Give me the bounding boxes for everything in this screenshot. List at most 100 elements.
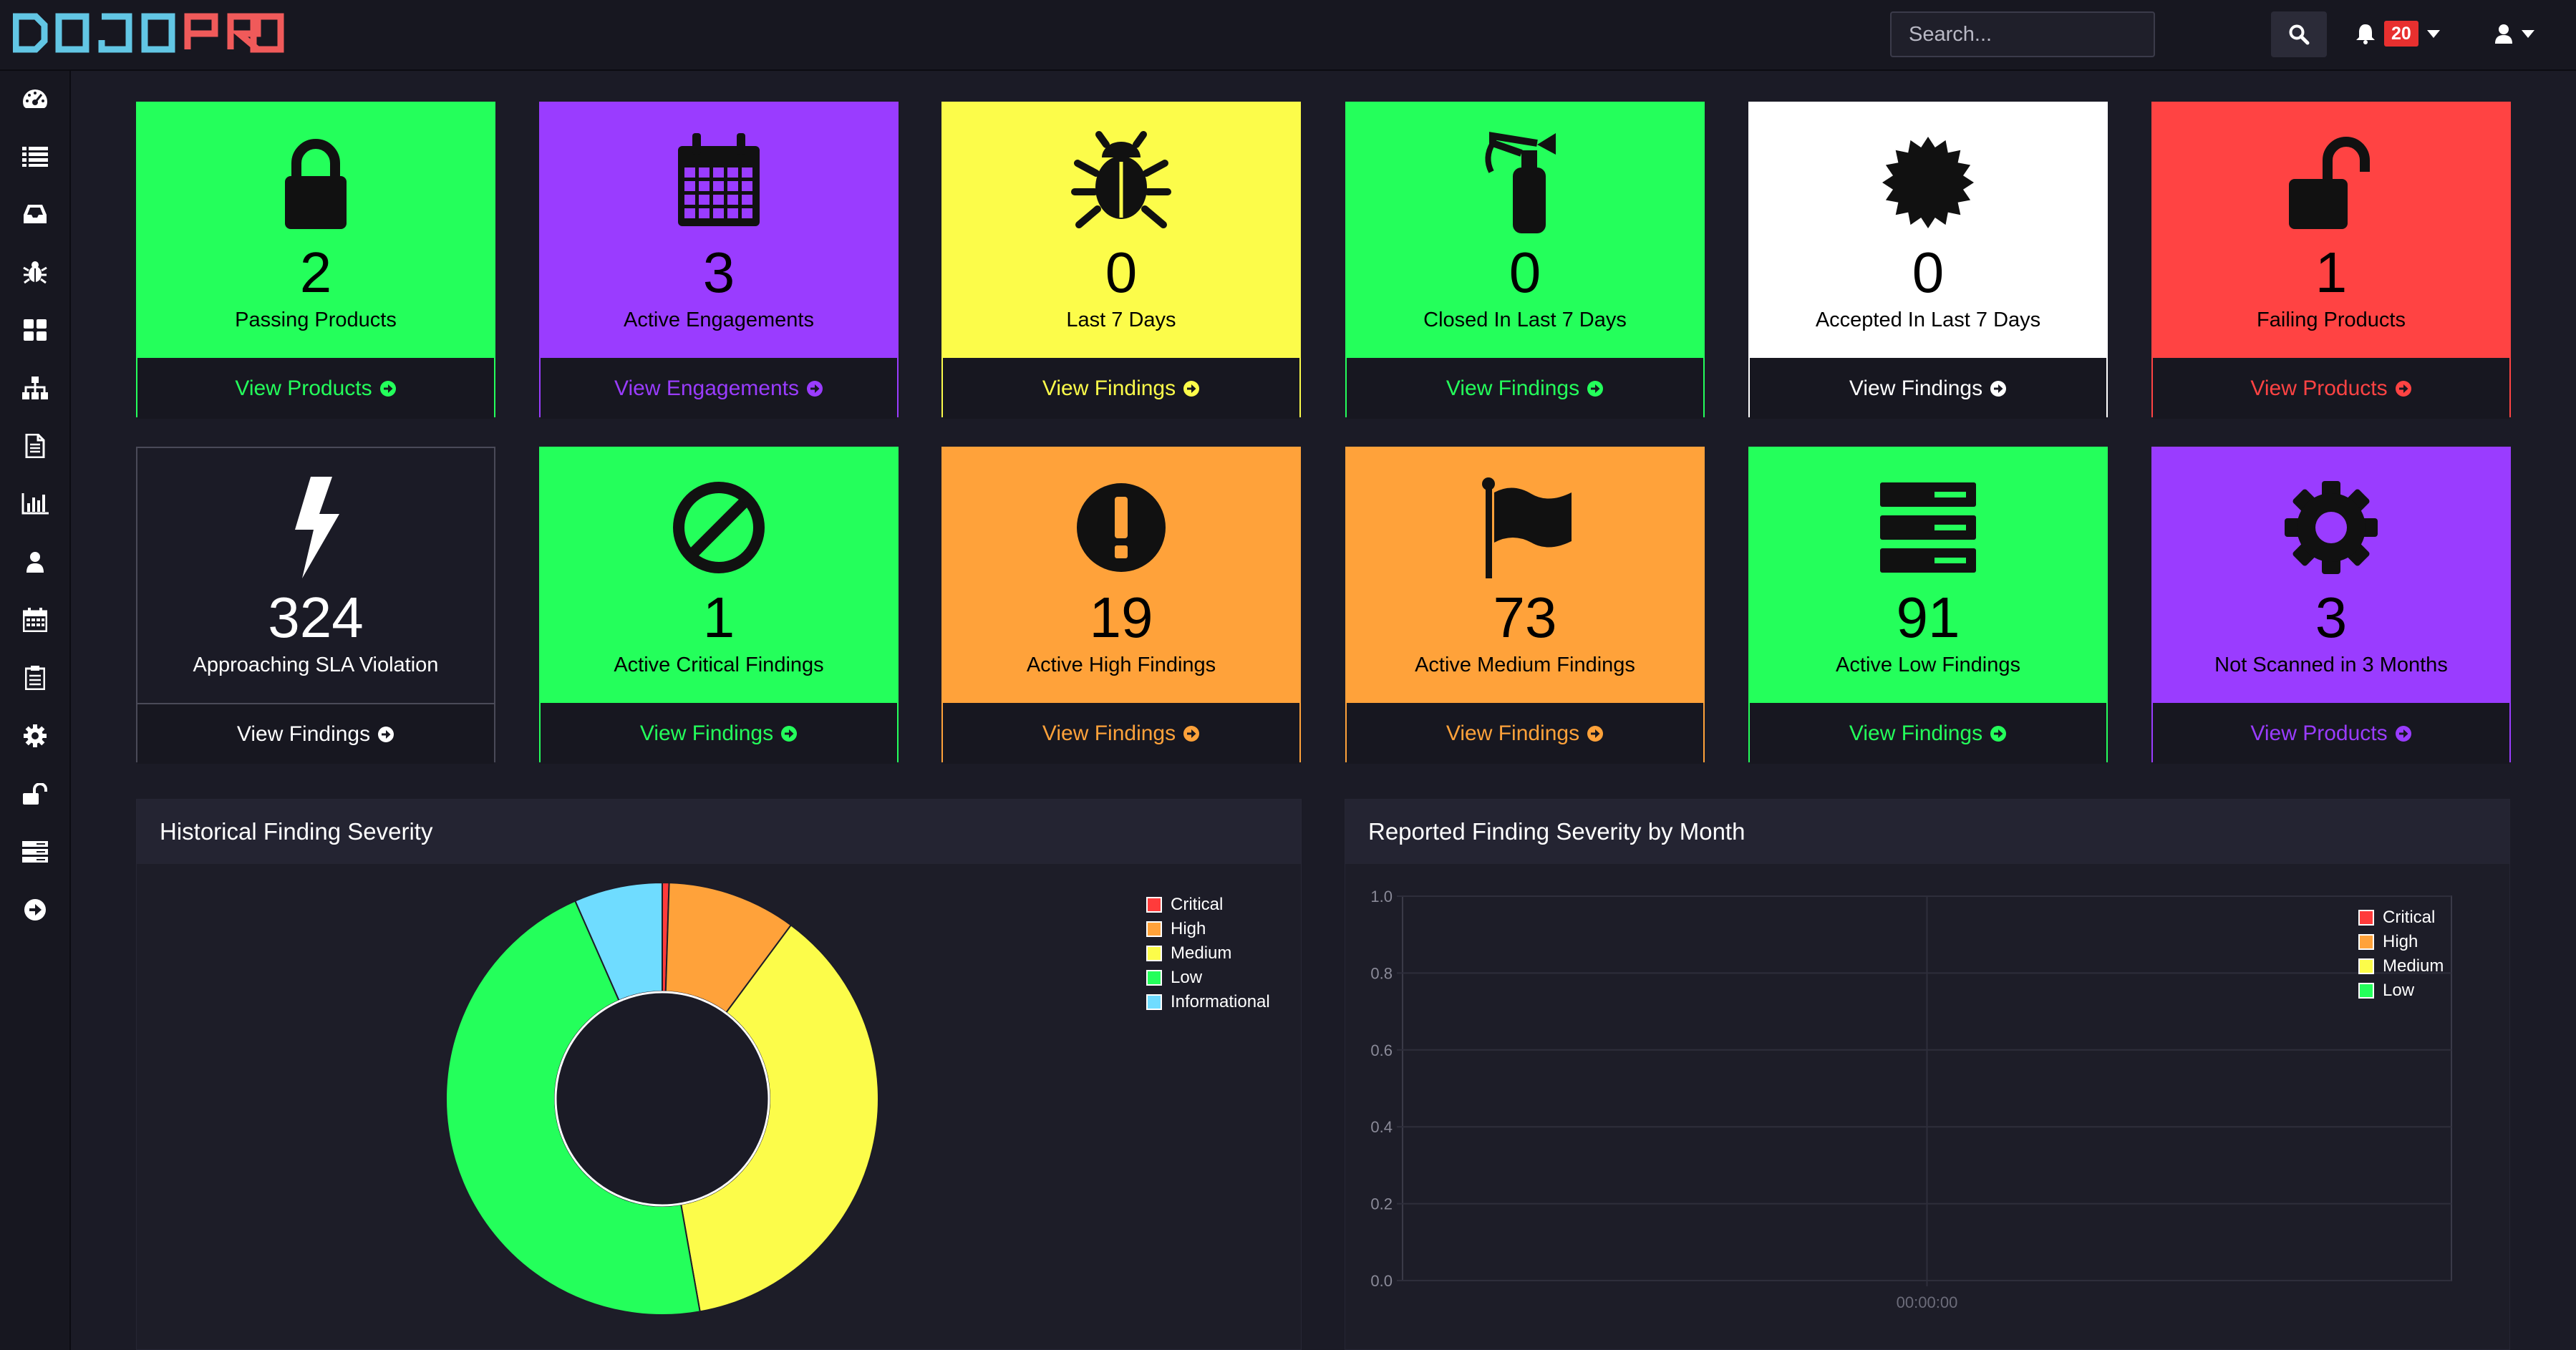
tile-link[interactable]: View Products [2153, 703, 2509, 764]
tile-link[interactable]: View Products [2153, 358, 2509, 419]
notifications-dropdown[interactable]: 20 [2355, 16, 2440, 52]
sidebar-item-products[interactable] [0, 135, 69, 178]
sidebar-item-settings[interactable] [0, 714, 69, 757]
legend-item[interactable]: Medium [2358, 954, 2444, 978]
sidebar-item-logout[interactable] [0, 888, 69, 931]
legend-label: Informational [1171, 992, 1270, 1011]
donut-legend: Critical High Medium Low Informational [1146, 893, 1270, 1014]
metric-tile: 1 Failing Products View Products [2151, 102, 2511, 419]
sidebar-item-metrics[interactable] [0, 482, 69, 525]
sidebar-item-systems[interactable] [0, 830, 69, 873]
user-menu-dropdown[interactable] [2494, 16, 2534, 52]
list-icon [21, 147, 48, 167]
legend-item[interactable]: Medium [1146, 941, 1270, 966]
sidebar-item-components[interactable] [0, 309, 69, 351]
certificate-icon [1882, 137, 1974, 228]
legend-label: High [2383, 932, 2418, 951]
legend-label: Critical [1171, 895, 1224, 914]
tile-link[interactable]: View Findings [137, 703, 494, 764]
tile-link[interactable]: View Findings [943, 358, 1299, 419]
tile-icon-wrap [541, 474, 897, 581]
arrow-circle-right-icon [806, 380, 823, 397]
tile-link-label: View Engagements [614, 376, 799, 400]
sidebar-item-findings[interactable] [0, 251, 69, 293]
calendar-icon [678, 133, 760, 226]
tile-link-label: View Findings [1042, 721, 1176, 745]
y-tick-label: 0.0 [1370, 1272, 1393, 1290]
app-logo[interactable] [13, 13, 285, 53]
sidebar-item-tests[interactable] [0, 656, 69, 699]
tile-count: 0 [1509, 241, 1541, 304]
tile-link[interactable]: View Products [137, 358, 494, 419]
tile-body: 73 Active Medium Findings [1347, 448, 1703, 703]
legend-item[interactable]: High [2358, 930, 2444, 954]
legend-swatch [1146, 897, 1162, 913]
bolt-icon [295, 477, 339, 578]
bar-chart-icon [21, 493, 49, 515]
file-icon [25, 434, 44, 458]
legend-swatch [1146, 921, 1162, 937]
arrow-circle-right-icon [1587, 380, 1604, 397]
tile-link[interactable]: View Findings [541, 703, 897, 764]
tile-label: Active Medium Findings [1415, 654, 1635, 676]
sidebar-item-dashboard[interactable] [0, 77, 69, 120]
metric-tile: 0 Accepted In Last 7 Days View Findings [1748, 102, 2108, 419]
legend-item[interactable]: Low [1146, 966, 1270, 990]
tile-count: 3 [702, 241, 735, 304]
legend-swatch [1146, 946, 1162, 961]
tile-count: 324 [268, 586, 364, 649]
monthly-severity-panel: Reported Finding Severity by Month 1.0 0.… [1345, 799, 2510, 1350]
metric-tile: 91 Active Low Findings View Findings [1748, 447, 2108, 764]
legend-item[interactable]: High [1146, 917, 1270, 941]
y-tick-label: 1.0 [1370, 888, 1393, 905]
tile-link[interactable]: View Engagements [541, 358, 897, 419]
tile-body: 19 Active High Findings [943, 448, 1299, 703]
search-icon [2289, 24, 2310, 45]
unlock-icon [22, 783, 47, 805]
legend-label: Low [1171, 968, 1203, 987]
legend-item[interactable]: Informational [1146, 990, 1270, 1014]
tile-label: Active Low Findings [1836, 654, 2020, 676]
sidebar-item-users[interactable] [0, 540, 69, 583]
tile-body: 2 Passing Products [137, 103, 494, 358]
legend-item[interactable]: Low [2358, 978, 2444, 1003]
metric-tile: 0 Closed In Last 7 Days View Findings [1345, 102, 1705, 419]
sidebar-item-engagements[interactable] [0, 193, 69, 235]
search-input[interactable] [1890, 11, 2155, 57]
tile-icon-wrap [943, 474, 1299, 581]
tile-link[interactable]: View Findings [1750, 358, 2106, 419]
tile-icon-wrap [1347, 474, 1703, 581]
tile-count: 0 [1912, 241, 1945, 304]
tile-icon-wrap [2153, 129, 2509, 236]
sidebar-item-endpoints[interactable] [0, 366, 69, 409]
legend-item[interactable]: Critical [2358, 905, 2444, 930]
arrow-circle-right-icon [24, 899, 46, 921]
tile-label: Approaching SLA Violation [193, 654, 439, 676]
dashboard-icon [22, 89, 47, 108]
server-icon [21, 841, 48, 863]
notification-count-badge: 20 [2384, 21, 2418, 47]
tile-label: Passing Products [235, 309, 397, 331]
tile-link[interactable]: View Findings [1347, 703, 1703, 764]
y-tick-label: 0.6 [1370, 1041, 1393, 1059]
tile-label: Not Scanned in 3 Months [2214, 654, 2448, 676]
top-navbar: 20 [0, 0, 2576, 71]
tile-link[interactable]: View Findings [1347, 358, 1703, 419]
calendar-icon [22, 608, 47, 632]
tile-link-label: View Findings [1849, 721, 1983, 745]
sidebar-item-calendar[interactable] [0, 598, 69, 641]
sidebar-item-access[interactable] [0, 772, 69, 815]
tile-link[interactable]: View Findings [1750, 703, 2106, 764]
sidebar [0, 71, 71, 1350]
arrow-circle-right-icon [1587, 725, 1604, 742]
legend-item[interactable]: Critical [1146, 893, 1270, 917]
legend-label: Medium [1171, 943, 1232, 963]
tile-icon-wrap [541, 129, 897, 236]
legend-swatch [2358, 983, 2374, 999]
search-button[interactable] [2271, 11, 2327, 57]
tile-link[interactable]: View Findings [943, 703, 1299, 764]
bug-icon [1071, 131, 1171, 228]
sidebar-item-reports[interactable] [0, 424, 69, 467]
tile-count: 1 [702, 586, 735, 649]
fire-extinguisher-icon [1485, 132, 1556, 233]
